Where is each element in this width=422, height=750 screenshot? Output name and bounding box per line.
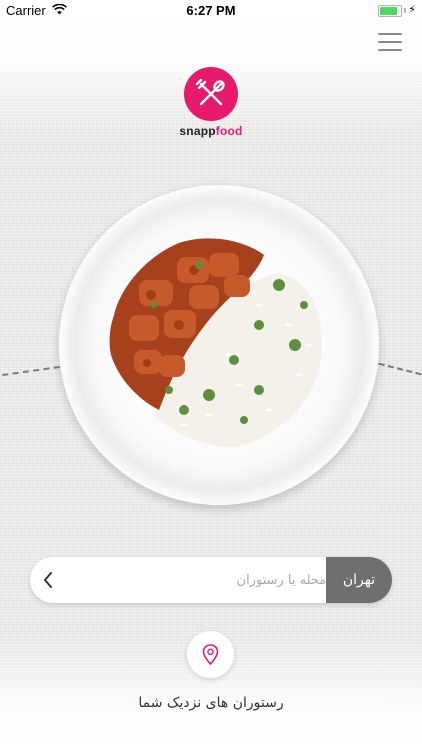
nearby-location-button[interactable] [187,631,234,678]
dashed-line-left [2,365,60,377]
charging-icon: ⚡ [408,3,416,16]
brand-logo [184,67,238,121]
menu-line [378,49,402,51]
status-bar: Carrier 6:27 PM ⚡ [0,0,422,22]
food-illustration [109,238,323,447]
battery-icon [378,5,402,17]
clock: 6:27 PM [186,3,236,18]
hero-plate-image [59,185,379,505]
brand-name-part2: food [215,124,243,138]
dashed-line-right [378,362,422,376]
city-label: تهران [342,572,376,588]
fork-knife-icon [195,78,225,106]
menu-line [378,33,402,35]
search-input[interactable] [70,557,346,603]
map-pin-icon [202,644,219,666]
menu-line [378,41,402,43]
nearby-restaurants-label[interactable]: رستوران های نزدیک شما [0,695,422,711]
battery-level [380,7,398,15]
hamburger-menu-icon[interactable] [378,32,402,52]
search-bar: تهران [30,557,392,603]
chevron-left-icon[interactable] [42,571,54,589]
brand-wordmark: snappfood [0,124,422,138]
city-select-button[interactable]: تهران [326,557,392,603]
brand-name-part1: snapp [179,124,216,138]
battery-tip [404,8,406,13]
